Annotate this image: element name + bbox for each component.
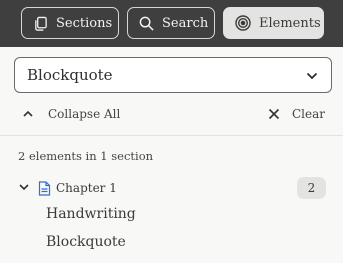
clear-label: Clear <box>291 107 325 121</box>
result-item-handwriting[interactable]: Handwriting <box>46 206 136 222</box>
chevron-down-icon[interactable] <box>18 181 34 196</box>
result-item-blockquote[interactable]: Blockquote <box>46 234 126 250</box>
tab-elements-label: Elements <box>259 15 321 31</box>
results-summary: 2 elements in 1 section <box>18 149 154 163</box>
count-badge: 2 <box>297 177 326 199</box>
copy-pages-icon <box>35 16 47 31</box>
top-tab-bar: Sections Search Elements <box>0 0 343 47</box>
collapse-all-label: Collapse All <box>48 107 121 121</box>
search-icon <box>139 16 154 31</box>
clear-button[interactable]: Clear <box>268 104 325 124</box>
section-title: Chapter 1 <box>56 181 117 195</box>
tab-sections[interactable]: Sections <box>21 7 119 39</box>
chevron-up-icon <box>23 110 33 117</box>
divider <box>0 135 343 136</box>
collapse-all-button[interactable]: Collapse All <box>22 104 120 124</box>
chevron-down-icon <box>306 72 318 80</box>
tab-sections-label: Sections <box>56 15 113 31</box>
tab-elements[interactable]: Elements <box>223 7 324 39</box>
tab-search-label: Search <box>162 15 209 31</box>
section-row-chapter-1[interactable]: Chapter 1 2 <box>18 177 328 199</box>
tab-search[interactable]: Search <box>127 7 215 39</box>
target-icon <box>235 15 251 31</box>
document-icon <box>38 180 51 196</box>
element-type-select[interactable]: Blockquote <box>14 57 332 93</box>
close-icon <box>268 108 280 120</box>
element-type-value: Blockquote <box>27 66 113 84</box>
